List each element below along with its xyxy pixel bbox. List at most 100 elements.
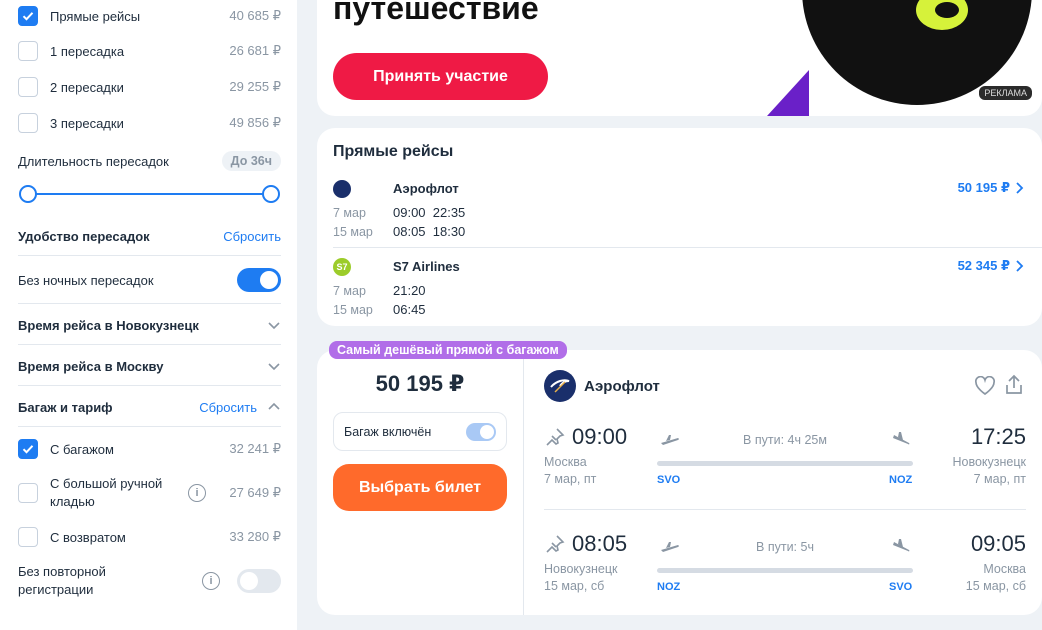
return-times[interactable]: 06:45 (393, 302, 426, 317)
filter-price: 49 856 ₽ (229, 115, 281, 130)
direct-flight-price-link[interactable]: 52 345 ₽ (958, 258, 1024, 274)
no-recheck-filter[interactable]: Без повторной регистрации i (18, 563, 281, 599)
landing-icon (893, 432, 910, 445)
divider (18, 426, 281, 427)
outbound-arrival-time: 17:25 (970, 424, 1026, 449)
filter-2-stops[interactable]: 2 пересадки 29 255 ₽ (18, 77, 281, 97)
filter-label: Прямые рейсы (50, 8, 141, 24)
filter-price: 27 649 ₽ (229, 485, 281, 500)
outbound-departure-city: Москва (544, 455, 587, 469)
filter-label: 3 пересадки (50, 115, 124, 131)
return-date: 15 мар (333, 225, 373, 239)
aeroflot-logo-icon (544, 370, 576, 402)
time-novokuznetsk-section[interactable]: Время рейса в Новокузнецк (18, 315, 281, 335)
duration-slider-track[interactable] (28, 193, 271, 195)
checkbox-checked[interactable] (18, 6, 38, 26)
outbound-date: 7 мар (333, 206, 366, 220)
filter-3-stops[interactable]: 3 пересадки 49 856 ₽ (18, 113, 281, 133)
ticket-card[interactable]: 50 195 ₽ Багаж включён Выбрать билет Аэр… (317, 350, 1042, 615)
airline-name: Аэрофлот (393, 181, 459, 196)
outbound-times[interactable]: 21:20 (393, 283, 426, 298)
info-icon[interactable]: i (202, 572, 220, 590)
layover-duration: Длительность пересадок До 36ч (18, 150, 281, 172)
outbound-times[interactable]: 09:00 22:35 (393, 205, 465, 220)
baggage-title: Багаж и тариф (18, 399, 113, 415)
comfort-reset-link[interactable]: Сбросить (223, 229, 281, 244)
return-from-code: NOZ (657, 581, 681, 593)
takeoff-icon (661, 542, 679, 552)
filter-price: 40 685 ₽ (229, 8, 281, 23)
time-novokuznetsk-title: Время рейса в Новокузнецк (18, 317, 199, 333)
layover-duration-label: Длительность пересадок (18, 153, 169, 169)
layover-duration-value: До 36ч (221, 151, 281, 171)
no-night-toggle[interactable] (237, 268, 281, 292)
return-date: 15 мар (333, 303, 373, 317)
chevron-right-icon (1016, 260, 1024, 272)
banner-title: путешествие (333, 0, 539, 26)
info-icon[interactable]: i (188, 484, 206, 502)
return-arrival-time: 09:05 (970, 531, 1026, 556)
time-moscow-section[interactable]: Время рейса в Москву (18, 356, 281, 376)
heart-icon[interactable] (974, 376, 996, 396)
pin-icon[interactable] (545, 534, 565, 554)
aeroflot-logo-icon (333, 180, 351, 198)
filters-sidebar: Прямые рейсы 40 685 ₽ 1 пересадка 26 681… (0, 0, 297, 630)
return-route-bar (657, 568, 913, 573)
return-times[interactable]: 08:05 18:30 (393, 224, 465, 239)
comfort-section-header: Удобство пересадок Сбросить (18, 226, 281, 246)
s7-logo-icon: S7 (333, 258, 351, 276)
checkbox[interactable] (18, 527, 38, 547)
time-moscow-title: Время рейса в Москву (18, 358, 164, 374)
ticket-airline-name: Аэрофлот (584, 378, 660, 395)
baggage-included-toggle-box[interactable]: Багаж включён (333, 412, 507, 451)
filter-1-stop[interactable]: 1 пересадка 26 681 ₽ (18, 41, 281, 61)
duration-slider-min-handle[interactable] (19, 185, 37, 203)
pin-icon[interactable] (545, 427, 565, 447)
cheapest-direct-badge: Самый дешёвый прямой с багажом (329, 341, 567, 359)
outbound-to-code: NOZ (889, 474, 913, 486)
duration-slider-max-handle[interactable] (262, 185, 280, 203)
no-night-layovers[interactable]: Без ночных пересадок (18, 268, 281, 292)
baggage-reset-link[interactable]: Сбросить (199, 400, 257, 415)
direct-flight-price-link[interactable]: 50 195 ₽ (958, 180, 1024, 196)
filter-price: 32 241 ₽ (229, 441, 281, 456)
filter-label: С возвратом (50, 529, 126, 545)
filter-with-baggage[interactable]: С багажом 32 241 ₽ (18, 439, 281, 459)
checkbox[interactable] (18, 41, 38, 61)
share-icon[interactable] (1004, 374, 1024, 396)
filter-label: 1 пересадка (50, 43, 125, 59)
divider (333, 247, 1042, 248)
divider (544, 509, 1026, 510)
baggage-section-header[interactable]: Багаж и тариф Сбросить (18, 397, 281, 417)
ad-label: РЕКЛАМА (979, 86, 1032, 100)
filter-refundable[interactable]: С возвратом 33 280 ₽ (18, 527, 281, 547)
filter-direct[interactable]: Прямые рейсы 40 685 ₽ (18, 6, 281, 26)
return-duration: В пути: 5ч (756, 540, 814, 554)
banner-participate-button[interactable]: Принять участие (333, 53, 548, 100)
filter-label: С большой ручной кладью (50, 476, 163, 509)
checkbox-checked[interactable] (18, 439, 38, 459)
landing-icon (893, 539, 910, 552)
select-ticket-button[interactable]: Выбрать билет (333, 464, 507, 511)
filter-label: С багажом (50, 441, 114, 457)
filter-large-carry-on[interactable]: С большой ручной кладью i 27 649 ₽ (18, 475, 281, 511)
no-recheck-label: Без повторной регистрации (18, 564, 106, 597)
outbound-arrival-date: 7 мар, пт (973, 472, 1026, 486)
chevron-down-icon (268, 322, 280, 330)
filter-price: 29 255 ₽ (229, 79, 281, 94)
checkbox[interactable] (18, 483, 38, 503)
outbound-date: 7 мар (333, 284, 366, 298)
airline-name: S7 Airlines (393, 259, 460, 274)
promo-banner[interactable]: путешествие Принять участие РЕКЛАМА (317, 0, 1042, 116)
checkbox[interactable] (18, 77, 38, 97)
outbound-duration: В пути: 4ч 25м (743, 433, 827, 447)
return-arrival-date: 15 мар, сб (965, 579, 1026, 593)
chevron-down-icon (268, 363, 280, 371)
baggage-included-toggle[interactable] (466, 422, 496, 441)
filter-label: 2 пересадки (50, 79, 124, 95)
no-recheck-toggle[interactable] (237, 569, 281, 593)
outbound-from-code: SVO (657, 474, 681, 486)
divider (18, 255, 281, 256)
divider (18, 344, 281, 345)
checkbox[interactable] (18, 113, 38, 133)
